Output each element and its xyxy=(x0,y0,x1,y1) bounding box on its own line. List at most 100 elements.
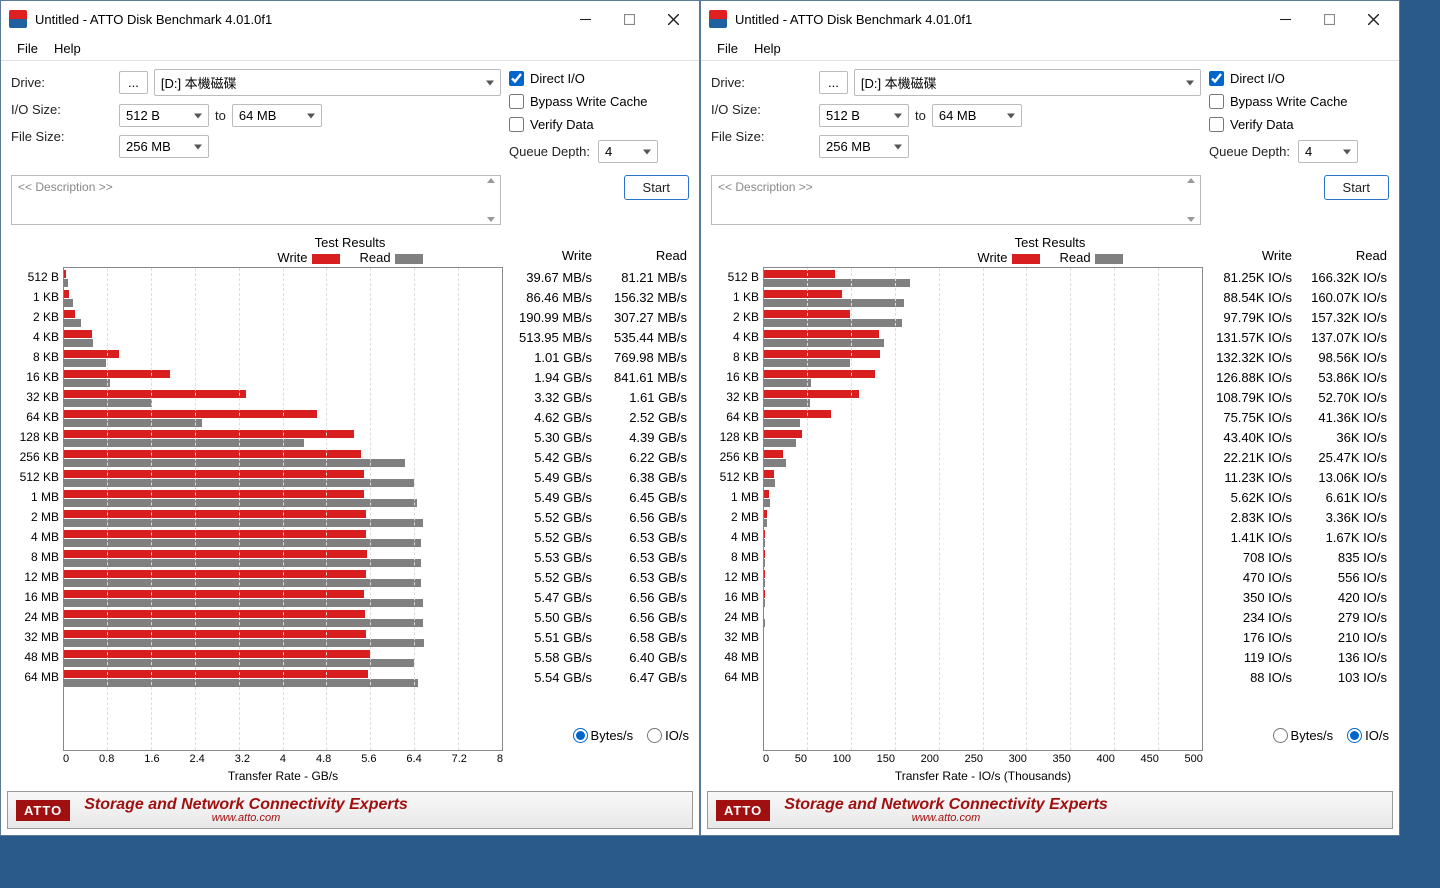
verify-data-checkbox[interactable]: Verify Data xyxy=(509,117,689,132)
description-scrollbar[interactable] xyxy=(1184,178,1198,222)
direct-io-checkbox[interactable]: Direct I/O xyxy=(1209,71,1389,86)
bar-pair xyxy=(764,308,1202,328)
legend-read-swatch xyxy=(1095,254,1123,264)
menu-file[interactable]: File xyxy=(9,39,46,58)
read-bar xyxy=(64,399,152,407)
bar-pair xyxy=(764,508,1202,528)
read-column-header: Read xyxy=(1298,248,1387,268)
label-filesize: File Size: xyxy=(11,129,111,144)
drive-select[interactable]: [D:] 本機磁碟 xyxy=(854,69,1201,96)
bytes-radio[interactable]: Bytes/s xyxy=(1273,728,1334,743)
read-bar xyxy=(764,479,775,487)
write-value: 5.30 GB/s xyxy=(503,428,592,448)
read-column-header: Read xyxy=(598,248,687,268)
x-axis-ticks: 050100150200250300350400450500 xyxy=(763,751,1203,767)
read-bar xyxy=(764,279,910,287)
iosize-to-select[interactable]: 64 MB xyxy=(232,104,322,127)
verify-data-checkbox[interactable]: Verify Data xyxy=(1209,117,1389,132)
bypass-write-cache-checkbox[interactable]: Bypass Write Cache xyxy=(1209,94,1389,109)
maximize-button[interactable] xyxy=(1307,4,1351,34)
queue-depth-select[interactable]: 4 xyxy=(598,140,658,163)
y-label: 256 KB xyxy=(7,447,59,467)
read-value: 841.61 MB/s xyxy=(598,368,687,388)
write-value: 131.57K IO/s xyxy=(1203,328,1292,348)
write-value: 5.51 GB/s xyxy=(503,628,592,648)
chart-area xyxy=(63,267,503,751)
read-bar xyxy=(764,519,767,527)
close-button[interactable] xyxy=(651,4,695,34)
values-table: Write39.67 MB/s86.46 MB/s190.99 MB/s513.… xyxy=(503,248,693,751)
read-bar xyxy=(764,459,786,467)
read-value: 2.52 GB/s xyxy=(598,408,687,428)
x-tick: 0.8 xyxy=(99,753,114,765)
read-bar xyxy=(764,379,811,387)
y-label: 24 MB xyxy=(7,607,59,627)
description-scrollbar[interactable] xyxy=(484,178,498,222)
write-bar xyxy=(64,410,317,418)
label-filesize: File Size: xyxy=(711,129,811,144)
maximize-button[interactable] xyxy=(607,4,651,34)
read-bar xyxy=(764,299,904,307)
write-value: 5.47 GB/s xyxy=(503,588,592,608)
read-value: 1.61 GB/s xyxy=(598,388,687,408)
bar-pair xyxy=(64,448,502,468)
read-bar xyxy=(64,319,81,327)
x-axis-label: Transfer Rate - GB/s xyxy=(63,767,503,787)
read-value: 307.27 MB/s xyxy=(598,308,687,328)
minimize-button[interactable] xyxy=(1263,4,1307,34)
read-bar xyxy=(764,559,765,567)
label-drive: Drive: xyxy=(11,75,111,90)
x-tick: 200 xyxy=(921,753,939,765)
read-value: 835 IO/s xyxy=(1298,548,1387,568)
x-tick: 250 xyxy=(965,753,983,765)
write-value: 11.23K IO/s xyxy=(1203,468,1292,488)
read-bar xyxy=(764,439,796,447)
y-label: 2 MB xyxy=(707,507,759,527)
y-label: 512 KB xyxy=(707,467,759,487)
iosize-from-select[interactable]: 512 B xyxy=(819,104,909,127)
read-bar xyxy=(64,379,110,387)
read-bar xyxy=(764,539,765,547)
y-label: 32 KB xyxy=(7,387,59,407)
y-label: 4 KB xyxy=(7,327,59,347)
menu-help[interactable]: Help xyxy=(746,39,789,58)
menu-file[interactable]: File xyxy=(709,39,746,58)
ios-radio[interactable]: IO/s xyxy=(647,728,689,743)
drive-browse-button[interactable]: ... xyxy=(819,71,848,94)
filesize-select[interactable]: 256 MB xyxy=(819,135,909,158)
minimize-button[interactable] xyxy=(563,4,607,34)
bar-pair xyxy=(64,288,502,308)
bypass-write-cache-checkbox[interactable]: Bypass Write Cache xyxy=(509,94,689,109)
filesize-select[interactable]: 256 MB xyxy=(119,135,209,158)
menu-help[interactable]: Help xyxy=(46,39,89,58)
y-label: 24 MB xyxy=(707,607,759,627)
read-value: 535.44 MB/s xyxy=(598,328,687,348)
read-value: 1.67K IO/s xyxy=(1298,528,1387,548)
description-input[interactable]: << Description >> xyxy=(11,175,501,225)
x-tick: 300 xyxy=(1009,753,1027,765)
write-value: 5.49 GB/s xyxy=(503,468,592,488)
drive-browse-button[interactable]: ... xyxy=(119,71,148,94)
iosize-from-select[interactable]: 512 B xyxy=(119,104,209,127)
write-bar xyxy=(764,330,879,338)
iosize-to-select[interactable]: 64 MB xyxy=(932,104,1022,127)
bar-pair xyxy=(64,468,502,488)
brand-tagline: Storage and Network Connectivity Experts… xyxy=(84,797,408,824)
close-button[interactable] xyxy=(1351,4,1395,34)
y-label: 64 KB xyxy=(707,407,759,427)
label-iosize: I/O Size: xyxy=(11,102,111,117)
write-bar xyxy=(64,490,364,498)
ios-radio[interactable]: IO/s xyxy=(1347,728,1389,743)
y-label: 512 B xyxy=(707,267,759,287)
read-bar xyxy=(64,479,414,487)
bytes-radio[interactable]: Bytes/s xyxy=(573,728,634,743)
drive-select[interactable]: [D:] 本機磁碟 xyxy=(154,69,501,96)
direct-io-checkbox[interactable]: Direct I/O xyxy=(509,71,689,86)
start-button[interactable]: Start xyxy=(624,175,689,200)
start-button[interactable]: Start xyxy=(1324,175,1389,200)
read-value: 41.36K IO/s xyxy=(1298,408,1387,428)
bar-pair xyxy=(764,328,1202,348)
description-input[interactable]: << Description >> xyxy=(711,175,1201,225)
brand-url: www.atto.com xyxy=(784,813,1108,824)
queue-depth-select[interactable]: 4 xyxy=(1298,140,1358,163)
